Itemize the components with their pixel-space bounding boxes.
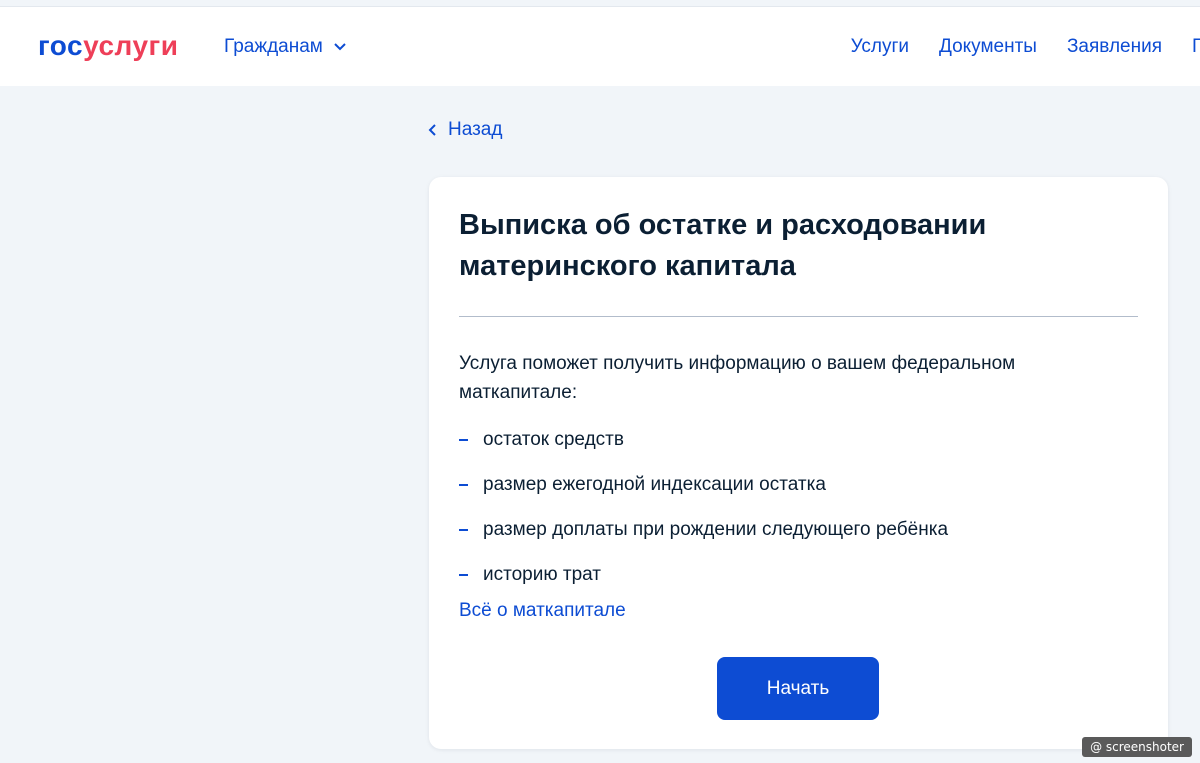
dash-bullet-icon <box>459 528 468 531</box>
info-list: остаток средств размер ежегодной индекса… <box>459 417 948 597</box>
list-item: остаток средств <box>459 417 948 462</box>
logo-part-gos: гос <box>38 30 84 61</box>
site-header: госуслуги Гражданам Услуги Документы Зая… <box>0 6 1200 86</box>
citizens-label: Гражданам <box>224 36 323 57</box>
dash-bullet-icon <box>459 483 468 486</box>
back-link[interactable]: Назад <box>428 119 502 141</box>
start-button[interactable]: Начать <box>717 657 879 720</box>
nav-applications[interactable]: Заявления <box>1067 36 1162 58</box>
screenshoter-watermark: @ screenshoter <box>1082 737 1192 757</box>
more-about-matcapital-link[interactable]: Всё о маткапитале <box>459 600 626 622</box>
chevron-down-icon <box>334 43 346 51</box>
logo-part-uslugi: услуги <box>83 30 179 61</box>
list-item-text: размер доплаты при рождении следующего р… <box>483 518 949 540</box>
list-item-text: историю трат <box>483 563 601 585</box>
back-label: Назад <box>448 119 503 140</box>
list-item: историю трат <box>459 552 948 597</box>
service-title: Выписка об остатке и расходовании матери… <box>459 209 987 282</box>
nav-clipped-item[interactable]: Г <box>1192 36 1200 58</box>
dash-bullet-icon <box>459 438 468 441</box>
citizens-dropdown[interactable]: Гражданам <box>224 36 347 58</box>
service-intro: Услуга поможет получить информацию о ваш… <box>459 353 1016 403</box>
service-card: Выписка об остатке и расходовании матери… <box>429 177 1168 749</box>
dash-bullet-icon <box>459 573 468 576</box>
divider <box>459 316 1138 317</box>
gosuslugi-logo[interactable]: госуслуги <box>38 30 178 62</box>
top-nav: Услуги Документы Заявления Г <box>851 36 1200 58</box>
nav-services[interactable]: Услуги <box>851 36 909 58</box>
nav-documents[interactable]: Документы <box>939 36 1037 58</box>
list-item: размер ежегодной индексации остатка <box>459 462 948 507</box>
list-item: размер доплаты при рождении следующего р… <box>459 507 948 552</box>
list-item-text: размер ежегодной индексации остатка <box>483 473 826 495</box>
chevron-left-icon <box>428 124 436 136</box>
list-item-text: остаток средств <box>483 428 624 450</box>
